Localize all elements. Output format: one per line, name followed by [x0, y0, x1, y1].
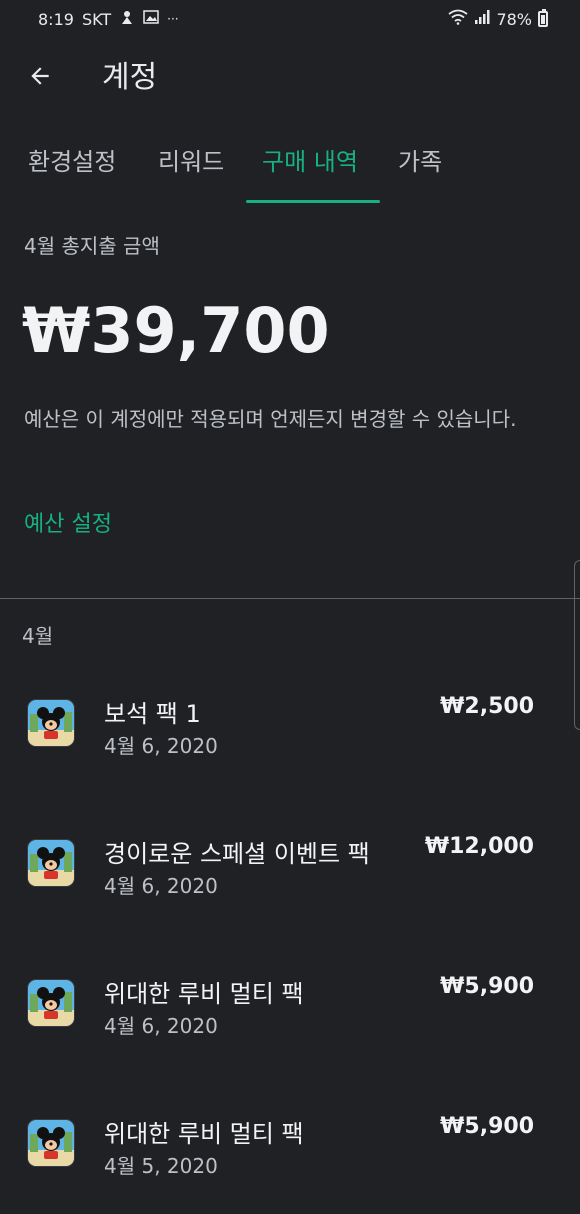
spending-label: 4월 총지출 금액	[24, 234, 160, 258]
game-icon	[28, 840, 74, 886]
status-carrier: SKT	[81, 9, 112, 29]
battery-percent: 78%	[496, 9, 532, 29]
status-left: 8:19 SKT ···	[38, 9, 179, 29]
status-bar: 8:19 SKT ··· 78%	[0, 0, 580, 38]
page-title: 계정	[102, 60, 158, 95]
purchase-item[interactable]: 위대한 루비 멀티 팩 4월 5, 2020 ₩5,900	[0, 1114, 580, 1214]
divider	[0, 598, 580, 599]
tab-preferences[interactable]: 환경설정	[28, 134, 116, 204]
signal-icon	[474, 9, 490, 29]
wifi-icon	[448, 9, 468, 29]
tab-bar: 환경설정 리워드 구매 내역 가족	[0, 134, 580, 204]
more-notifications: ···	[167, 12, 179, 26]
purchase-date: 4월 5, 2020	[104, 1154, 218, 1178]
battery-icon	[538, 9, 548, 27]
status-time: 8:19	[38, 9, 74, 29]
purchase-item[interactable]: 위대한 루비 멀티 팩 4월 6, 2020 ₩5,900	[0, 974, 580, 1074]
spending-amount: ₩39,700	[22, 294, 330, 367]
purchase-name: 위대한 루비 멀티 팩	[104, 1120, 304, 1148]
tab-purchase-history[interactable]: 구매 내역	[262, 134, 358, 204]
purchase-name: 보석 팩 1	[104, 700, 201, 728]
purchase-price: ₩12,000	[424, 834, 534, 859]
game-icon	[28, 1120, 74, 1166]
month-header: 4월	[22, 624, 54, 648]
tab-rewards[interactable]: 리워드	[158, 134, 224, 204]
purchase-date: 4월 6, 2020	[104, 1014, 218, 1038]
purchase-date: 4월 6, 2020	[104, 874, 218, 898]
budget-description: 예산은 이 계정에만 적용되며 언제든지 변경할 수 있습니다.	[24, 407, 517, 431]
purchase-item[interactable]: 경이로운 스페셜 이벤트 팩 4월 6, 2020 ₩12,000	[0, 834, 580, 934]
game-icon	[28, 700, 74, 746]
purchase-date: 4월 6, 2020	[104, 734, 218, 758]
game-icon	[28, 980, 74, 1026]
purchase-item[interactable]: 보석 팩 1 4월 6, 2020 ₩2,500	[0, 694, 580, 794]
image-icon	[143, 9, 159, 29]
purchase-price: ₩5,900	[440, 1114, 534, 1139]
arrow-left-icon	[31, 67, 49, 85]
purchase-price: ₩5,900	[440, 974, 534, 999]
active-tab-indicator	[246, 200, 380, 203]
set-budget-link[interactable]: 예산 설정	[24, 506, 112, 538]
tab-family[interactable]: 가족	[398, 134, 442, 204]
back-button[interactable]	[22, 58, 58, 94]
purchase-price: ₩2,500	[440, 694, 534, 719]
purchase-name: 위대한 루비 멀티 팩	[104, 980, 304, 1008]
notification-icon	[119, 9, 135, 29]
purchase-name: 경이로운 스페셜 이벤트 팩	[104, 840, 370, 868]
status-right: 78%	[448, 9, 548, 29]
app-bar: 계정	[0, 38, 580, 114]
